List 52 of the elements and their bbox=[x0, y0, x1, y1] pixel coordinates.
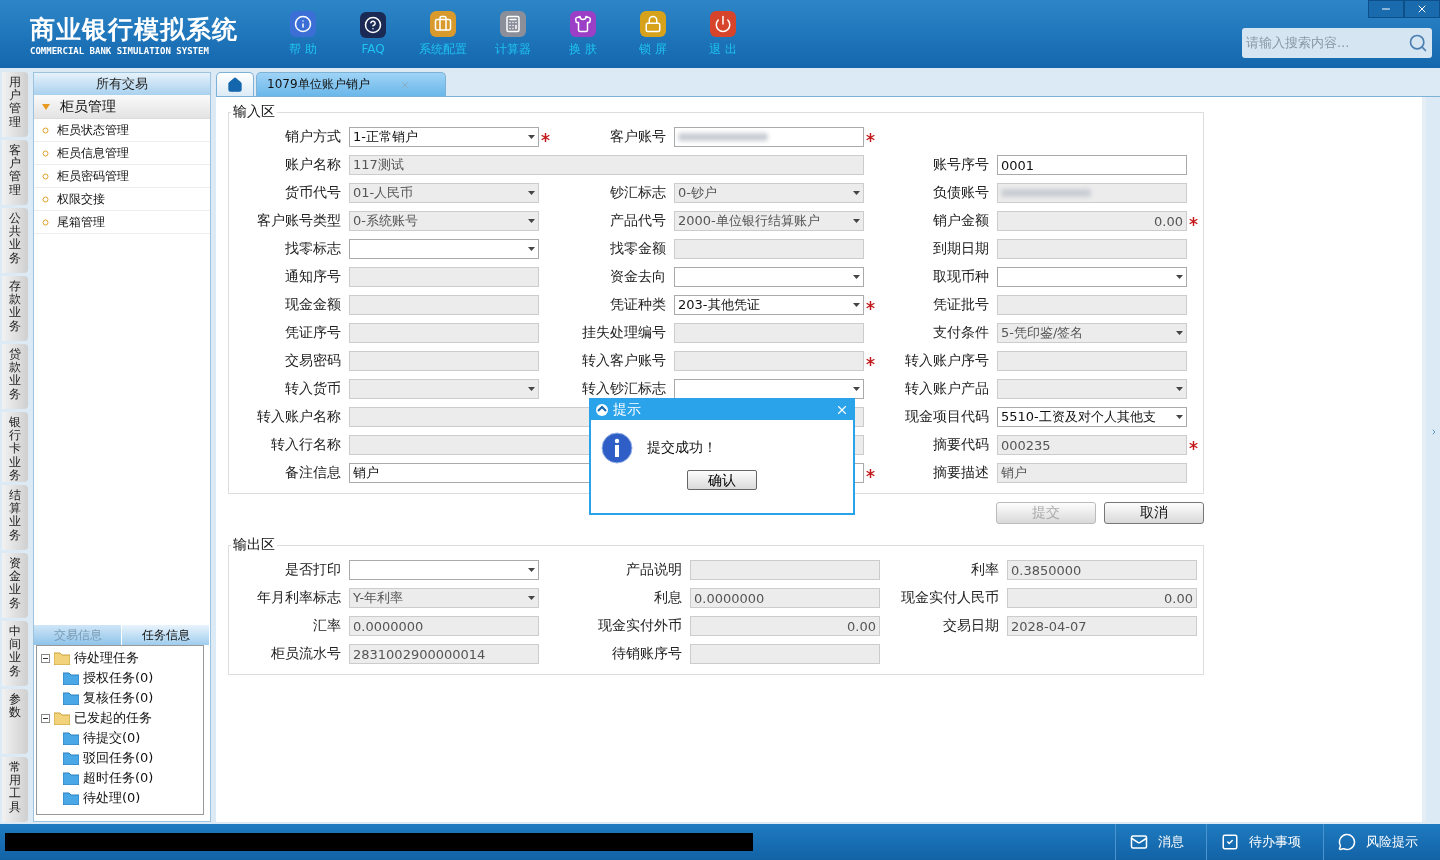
dialog-title: 提示 bbox=[613, 401, 642, 419]
field-label: 现金金额 bbox=[284, 296, 342, 314]
field-label: 备注信息 bbox=[284, 464, 342, 482]
field-label: 找零金额 bbox=[609, 240, 667, 258]
field-label: 现金实付外币 bbox=[597, 617, 683, 635]
field-label: 找零标志 bbox=[284, 240, 342, 258]
field-label: 客户账号 bbox=[609, 128, 667, 146]
section-title: 输入区 bbox=[232, 103, 276, 121]
field-label: 凭证序号 bbox=[284, 324, 342, 342]
field-label: 账户名称 bbox=[284, 156, 342, 174]
field-label: 取现币种 bbox=[932, 268, 990, 286]
field-label: 凭证批号 bbox=[932, 296, 990, 314]
field-label: 摘要描述 bbox=[932, 464, 990, 482]
field-label: 转入账户产品 bbox=[904, 380, 990, 398]
field-label: 到期日期 bbox=[932, 240, 990, 258]
field-label: 通知序号 bbox=[284, 268, 342, 286]
dialog-message: 提交成功！ bbox=[647, 439, 717, 457]
field-label: 挂失处理编号 bbox=[581, 324, 667, 342]
field-label: 货币代号 bbox=[284, 184, 342, 202]
field-label: 交易密码 bbox=[284, 352, 342, 370]
field-label: 销户金额 bbox=[932, 212, 990, 230]
field-label: 账号序号 bbox=[932, 156, 990, 174]
field-label: 转入账户名称 bbox=[256, 408, 342, 426]
field-label: 年月利率标志 bbox=[256, 589, 342, 607]
field-label: 柜员流水号 bbox=[270, 645, 342, 663]
field-label: 现金实付人民币 bbox=[900, 589, 1000, 607]
field-label: 资金去向 bbox=[609, 268, 667, 286]
field-label: 凭证种类 bbox=[609, 296, 667, 314]
field-label: 转入货币 bbox=[284, 380, 342, 398]
field-label: 产品代号 bbox=[609, 212, 667, 230]
field-label: 钞汇标志 bbox=[609, 184, 667, 202]
field-label: 利率 bbox=[970, 561, 1000, 579]
field-label: 支付条件 bbox=[932, 324, 990, 342]
field-label: 交易日期 bbox=[942, 617, 1000, 635]
field-label: 利息 bbox=[653, 589, 683, 607]
field-label: 转入行名称 bbox=[270, 436, 342, 454]
app-title: 商业银行模拟系统 bbox=[30, 13, 239, 46]
field-label: 产品说明 bbox=[625, 561, 683, 579]
field-label: 汇率 bbox=[312, 617, 342, 635]
field-label: 负债账号 bbox=[932, 184, 990, 202]
section-title: 输出区 bbox=[232, 536, 276, 554]
field-label: 转入钞汇标志 bbox=[581, 380, 667, 398]
field-label: 客户账号类型 bbox=[256, 212, 342, 230]
field-label: 现金项目代码 bbox=[904, 408, 990, 426]
field-label: 转入账户序号 bbox=[904, 352, 990, 370]
app-subtitle: COMMERCIAL BANK SIMULATION SYSTEM bbox=[30, 45, 210, 56]
field-label: 是否打印 bbox=[284, 561, 342, 579]
menu-header: 所有交易 bbox=[34, 73, 210, 95]
field-label: 转入客户账号 bbox=[581, 352, 667, 370]
field-label: 待销账序号 bbox=[611, 645, 683, 663]
field-label: 销户方式 bbox=[284, 128, 342, 146]
field-label: 摘要代码 bbox=[932, 436, 990, 454]
